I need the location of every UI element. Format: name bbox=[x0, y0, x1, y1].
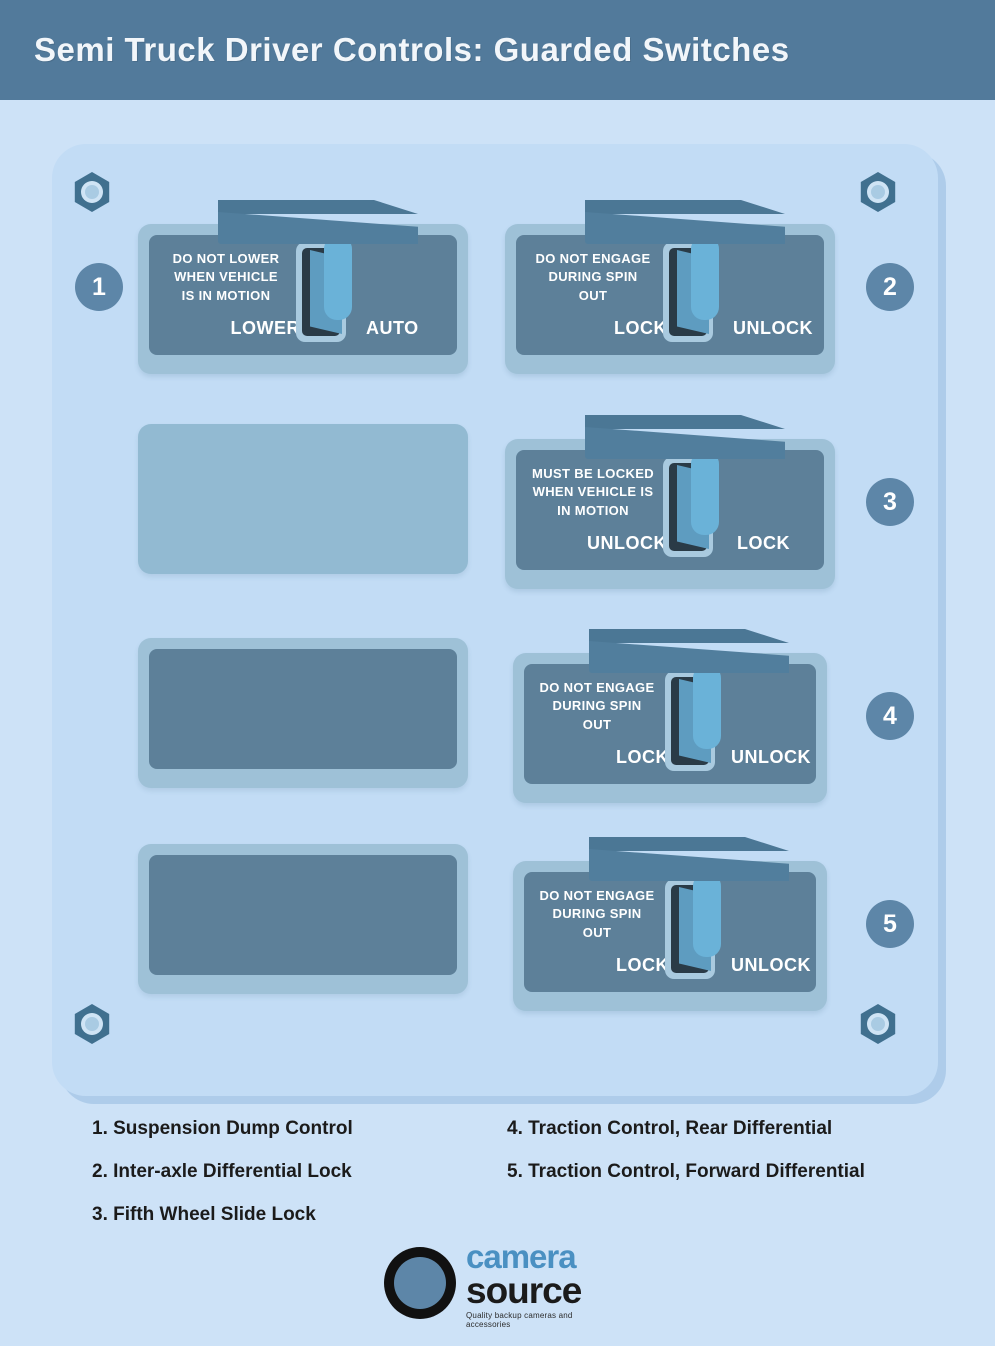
legend-item-3: 3. Fifth Wheel Slide Lock bbox=[92, 1204, 316, 1225]
switch-module-5[interactable]: DO NOT ENGAGE DURING SPIN OUT LOCK UNLOC… bbox=[513, 837, 827, 1011]
legend-item-1: 1. Suspension Dump Control bbox=[92, 1118, 353, 1139]
switch-module-3[interactable]: MUST BE LOCKED WHEN VEHICLE IS IN MOTION… bbox=[505, 415, 835, 589]
switch-left-label-5: LOCK bbox=[616, 955, 669, 975]
switch-warning-text-1: DO NOT LOWER WHEN VEHICLE IS IN MOTION bbox=[172, 251, 280, 303]
legend-item-5: 5. Traction Control, Forward Differentia… bbox=[507, 1161, 865, 1182]
switch-warning-text-5: DO NOT ENGAGE DURING SPIN OUT bbox=[539, 888, 655, 940]
legend-item-4: 4. Traction Control, Rear Differential bbox=[507, 1118, 833, 1139]
switch-warning-text-2: DO NOT ENGAGE DURING SPIN OUT bbox=[535, 251, 651, 303]
camera-lens-icon bbox=[384, 1247, 456, 1319]
switch-warning-text-4: DO NOT ENGAGE DURING SPIN OUT bbox=[539, 680, 655, 732]
bolt-icon-bottom-right bbox=[858, 1004, 898, 1044]
badge-number-5: 5 bbox=[866, 900, 914, 948]
switch-warning-text-3: MUST BE LOCKED WHEN VEHICLE IS IN MOTION bbox=[532, 466, 654, 518]
blank-panel-row3 bbox=[138, 638, 468, 788]
control-board: DO NOT LOWER WHEN VEHICLE IS IN MOTION L… bbox=[52, 144, 946, 1104]
bolt-icon-top-left bbox=[72, 172, 112, 212]
switch-right-label-2: UNLOCK bbox=[733, 318, 813, 338]
logo-tagline: Quality backup cameras and accessories bbox=[466, 1311, 573, 1330]
switch-module-1[interactable]: DO NOT LOWER WHEN VEHICLE IS IN MOTION L… bbox=[138, 200, 468, 374]
logo-wordmark: camera source Quality backup cameras and… bbox=[466, 1238, 619, 1330]
switch-right-label-5: UNLOCK bbox=[731, 955, 811, 975]
toggle-switch-1[interactable] bbox=[296, 236, 352, 344]
bolt-icon-bottom-left bbox=[72, 1004, 112, 1044]
badge-number-3: 3 bbox=[866, 478, 914, 526]
legend-item-2: 2. Inter-axle Differential Lock bbox=[92, 1161, 352, 1182]
badge-number-2: 2 bbox=[866, 263, 914, 311]
switch-left-label-4: LOCK bbox=[616, 747, 669, 767]
blank-panel-row3-inner bbox=[149, 649, 457, 769]
blank-panel-row4-inner bbox=[149, 855, 457, 975]
legend-column-left: 1. Suspension Dump Control 2. Inter-axle… bbox=[92, 1118, 353, 1247]
switch-right-label-1: AUTO bbox=[366, 318, 419, 338]
toggle-switch-5[interactable] bbox=[665, 873, 721, 981]
badge-number-1: 1 bbox=[75, 263, 123, 311]
switch-right-label-4: UNLOCK bbox=[731, 747, 811, 767]
switch-left-label-2: LOCK bbox=[614, 318, 667, 338]
toggle-switch-3[interactable] bbox=[663, 451, 719, 559]
toggle-switch-2[interactable] bbox=[663, 236, 719, 344]
logo-word-source: source bbox=[466, 1270, 582, 1312]
blank-panel-row2 bbox=[138, 424, 468, 574]
logo-word-camera: camera bbox=[466, 1238, 577, 1275]
bolt-icon-top-right bbox=[858, 172, 898, 212]
legend-column-right: 4. Traction Control, Rear Differential 5… bbox=[507, 1118, 865, 1204]
page-header: Semi Truck Driver Controls: Guarded Swit… bbox=[0, 0, 995, 100]
switch-module-4[interactable]: DO NOT ENGAGE DURING SPIN OUT LOCK UNLOC… bbox=[513, 629, 827, 803]
brand-logo: camera source Quality backup cameras and… bbox=[384, 1238, 619, 1330]
badge-number-4: 4 bbox=[866, 692, 914, 740]
page-title: Semi Truck Driver Controls: Guarded Swit… bbox=[34, 31, 790, 68]
switch-module-2[interactable]: DO NOT ENGAGE DURING SPIN OUT LOCK UNLOC… bbox=[505, 200, 835, 374]
blank-panel-row4 bbox=[138, 844, 468, 994]
switch-right-label-3: LOCK bbox=[737, 533, 790, 553]
switch-left-label-1: LOWER bbox=[230, 318, 300, 338]
toggle-switch-4[interactable] bbox=[665, 665, 721, 773]
switch-left-label-3: UNLOCK bbox=[587, 533, 667, 553]
